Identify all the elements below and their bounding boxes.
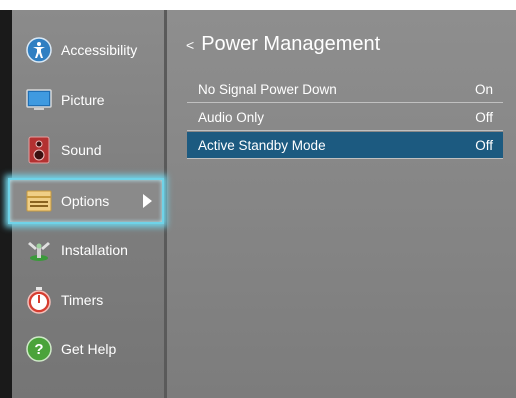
help-icon: ? — [25, 335, 53, 363]
sidebar-item-label: Installation — [61, 242, 128, 258]
setting-value: Off — [475, 137, 493, 153]
sidebar-item-picture[interactable]: Picture — [12, 77, 164, 123]
setting-row-audio-only[interactable]: Audio Only Off — [187, 104, 503, 130]
page-title: < Power Management — [186, 33, 380, 56]
setting-label: No Signal Power Down — [198, 81, 337, 97]
timer-icon — [25, 286, 53, 314]
speaker-icon — [25, 136, 53, 164]
sidebar-item-label: Timers — [61, 292, 104, 308]
row-divider — [187, 130, 503, 131]
setting-label: Audio Only — [198, 109, 265, 125]
setting-row-active-standby-mode[interactable]: Active Standby Mode Off — [187, 132, 503, 158]
sidebar-item-label: Get Help — [61, 341, 117, 357]
page-title-text: Power Management — [201, 33, 381, 55]
sidebar-item-label: Options — [61, 193, 110, 209]
back-button[interactable]: < — [186, 37, 194, 53]
accessibility-icon — [25, 36, 53, 64]
setting-row-no-signal-power-down[interactable]: No Signal Power Down On — [187, 76, 503, 102]
setting-value: On — [474, 81, 493, 97]
setting-label: Active Standby Mode — [198, 137, 326, 153]
sidebar-item-accessibility[interactable]: Accessibility — [12, 27, 164, 73]
chevron-right-icon — [143, 194, 152, 208]
sidebar-item-label: Accessibility — [61, 42, 138, 58]
row-divider — [187, 102, 503, 103]
installation-icon — [25, 236, 53, 264]
content-panel — [167, 10, 516, 398]
sidebar-item-timers[interactable]: Timers — [12, 277, 164, 323]
sidebar-item-sound[interactable]: Sound — [12, 127, 164, 173]
sidebar-item-label: Sound — [61, 142, 102, 158]
sidebar-item-installation[interactable]: Installation — [12, 227, 164, 273]
options-icon — [25, 187, 53, 215]
row-divider — [187, 158, 503, 159]
svg-text:?: ? — [34, 341, 43, 358]
picture-icon — [25, 86, 53, 114]
sidebar-item-options[interactable]: Options — [8, 178, 164, 224]
sidebar-item-get-help[interactable]: ? Get Help — [12, 326, 164, 372]
sidebar-item-label: Picture — [61, 92, 105, 108]
setting-value: Off — [475, 109, 493, 125]
